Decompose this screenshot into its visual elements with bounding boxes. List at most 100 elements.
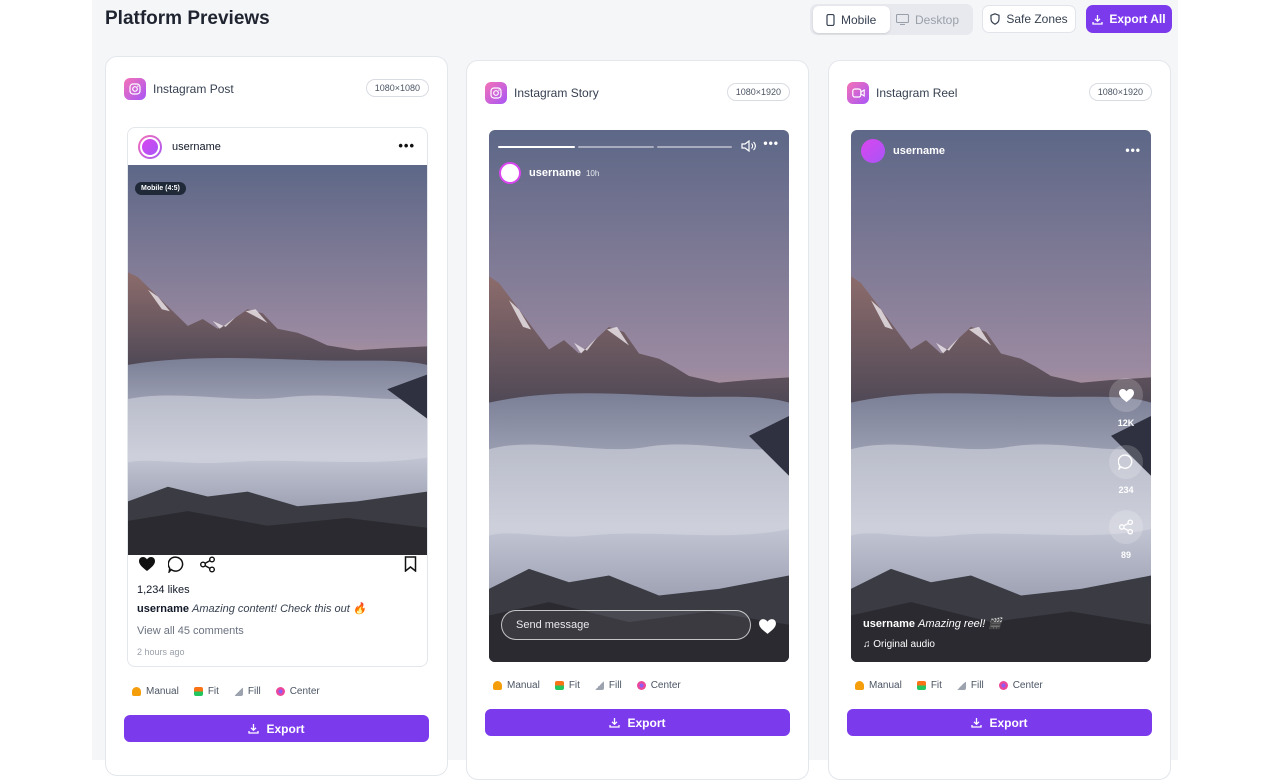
avatar [861, 139, 885, 163]
export-button[interactable]: Export [485, 709, 790, 736]
safe-zones-button[interactable]: Safe Zones [982, 5, 1076, 33]
desktop-label: Desktop [915, 12, 960, 27]
manual-tool[interactable]: Manual [855, 680, 902, 691]
crop-tools: Manual Fit Fill Center [855, 680, 1058, 691]
post-timestamp: 2 hours ago [137, 647, 185, 657]
view-comments-link[interactable]: View all 45 comments [137, 625, 244, 637]
heart-icon[interactable] [758, 618, 777, 635]
platform-name: Instagram Post [153, 82, 234, 96]
export-button[interactable]: Export [124, 715, 429, 742]
reel-like[interactable]: 12K [1109, 378, 1143, 428]
comment-icon[interactable] [168, 556, 185, 573]
download-icon [248, 724, 260, 734]
platform-name: Instagram Reel [876, 86, 958, 100]
card-header: Instagram Story 1080×1920 [485, 81, 790, 105]
shield-icon [990, 13, 1000, 25]
view-toggle: Mobile Desktop [810, 4, 973, 35]
center-tool[interactable]: Center [998, 680, 1043, 691]
instagram-icon [124, 78, 146, 100]
story-preview[interactable]: ••• username 10h Send message [489, 130, 789, 662]
safe-zones-label: Safe Zones [1006, 12, 1068, 26]
post-image[interactable]: Mobile (4:5) [128, 165, 427, 555]
platform-previews-panel: Platform Previews Mobile Desktop Safe Zo… [92, 0, 1178, 780]
heart-icon[interactable] [138, 556, 156, 572]
frame-icon [554, 681, 564, 690]
reel-share[interactable]: 89 [1109, 510, 1143, 560]
phone-icon [826, 13, 835, 26]
post-preview: username ••• Mobile (4:5) 1,234 likes us… [127, 127, 428, 667]
center-tool[interactable]: Center [275, 686, 320, 697]
fit-tool[interactable]: Fit [916, 680, 942, 691]
monitor-icon [896, 14, 909, 25]
instagram-post-card: Instagram Post 1080×1080 username ••• Mo… [105, 56, 448, 776]
dimensions-badge: 1080×1920 [726, 83, 790, 101]
manual-tool[interactable]: Manual [132, 686, 179, 697]
instagram-story-card: Instagram Story 1080×1920 ••• username 1… [466, 60, 809, 780]
caption-text: Amazing content! Check this out 🔥 [192, 603, 367, 615]
instagram-reel-card: Instagram Reel 1080×1920 username ••• 12… [828, 60, 1171, 780]
download-icon [1092, 14, 1104, 25]
frame-icon [193, 687, 203, 696]
dimensions-badge: 1080×1920 [1088, 83, 1152, 101]
card-header: Instagram Post 1080×1080 [124, 77, 429, 101]
manual-tool[interactable]: Manual [493, 680, 540, 691]
platform-name: Instagram Story [514, 86, 599, 100]
fill-label: Fill [608, 680, 622, 691]
fill-tool[interactable]: Fill [594, 680, 622, 691]
export-button[interactable]: Export [847, 709, 1152, 736]
center-label: Center [1012, 680, 1043, 691]
fit-tool[interactable]: Fit [554, 680, 580, 691]
share-icon [1118, 519, 1134, 535]
heart-icon [1118, 388, 1134, 402]
story-user: username 10h [499, 162, 599, 184]
manual-label: Manual [507, 680, 540, 691]
more-options-icon[interactable]: ••• [1125, 143, 1141, 157]
reel-preview[interactable]: username ••• 12K 234 89 username Amazing… [851, 130, 1151, 662]
crop-tools: Manual Fit Fill Center [493, 680, 696, 691]
story-username: username [529, 167, 581, 179]
share-icon[interactable] [199, 556, 216, 573]
story-progress-active [498, 146, 575, 148]
manual-label: Manual [869, 680, 902, 691]
desktop-view-button[interactable]: Desktop [896, 6, 968, 33]
reel-user: username [861, 139, 945, 163]
target-icon [998, 681, 1008, 690]
target-icon [275, 687, 285, 696]
triangle-ruler-icon [594, 681, 604, 690]
reel-comment[interactable]: 234 [1109, 445, 1143, 495]
hand-icon [132, 687, 141, 696]
reel-audio[interactable]: ♫ Original audio [863, 639, 935, 650]
triangle-ruler-icon [233, 687, 243, 696]
page-title: Platform Previews [105, 8, 270, 29]
aspect-ratio-badge: Mobile (4:5) [135, 182, 186, 195]
fill-tool[interactable]: Fill [956, 680, 984, 691]
export-all-button[interactable]: Export All [1086, 5, 1172, 33]
fit-tool[interactable]: Fit [193, 686, 219, 697]
center-label: Center [650, 680, 681, 691]
manual-label: Manual [146, 686, 179, 697]
frame-icon [916, 681, 926, 690]
bookmark-icon[interactable] [404, 556, 417, 572]
reel-caption: username Amazing reel! 🎬 [863, 617, 1002, 630]
export-all-label: Export All [1109, 12, 1166, 26]
story-progress [578, 146, 654, 148]
triangle-ruler-icon [956, 681, 966, 690]
send-message-input[interactable]: Send message [501, 610, 751, 640]
download-icon [609, 718, 621, 728]
more-options-icon[interactable]: ••• [398, 138, 415, 153]
avatar [499, 162, 521, 184]
hand-icon [493, 681, 502, 690]
center-tool[interactable]: Center [636, 680, 681, 691]
caption-text: Amazing reel! 🎬 [918, 618, 1003, 630]
story-progress [657, 146, 732, 148]
fill-label: Fill [247, 686, 261, 697]
fit-label: Fit [568, 680, 580, 691]
export-label: Export [266, 721, 305, 736]
volume-icon[interactable] [741, 140, 757, 152]
export-label: Export [627, 715, 666, 730]
fit-label: Fit [207, 686, 219, 697]
mobile-view-button[interactable]: Mobile [813, 6, 890, 33]
center-label: Center [289, 686, 320, 697]
more-options-icon[interactable]: ••• [763, 136, 779, 150]
fill-tool[interactable]: Fill [233, 686, 261, 697]
